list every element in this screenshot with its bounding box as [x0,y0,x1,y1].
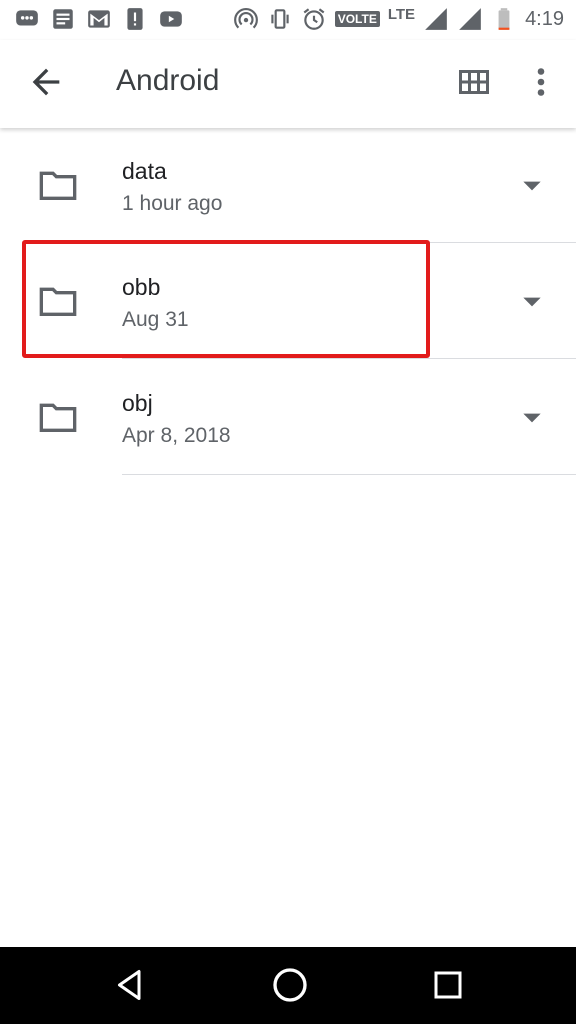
nav-back-icon[interactable] [112,965,148,1005]
folder-icon [39,403,77,432]
chevron-down-icon[interactable] [519,408,545,428]
messaging-icon [16,10,38,26]
signal-icon [459,8,481,30]
folder-date: Apr 8, 2018 [122,424,231,447]
gmail-icon [88,10,110,28]
alert-icon [127,8,143,30]
list-item-folder-data[interactable]: data 1 hour ago [0,128,576,244]
chevron-down-icon[interactable] [519,176,545,196]
volte-badge: VOLTE [334,11,380,27]
status-bar-notifications [14,6,184,32]
nav-home-icon[interactable] [270,965,310,1005]
divider [122,474,576,475]
back-arrow-icon[interactable] [26,62,66,102]
clock: 4:19 [525,7,564,30]
folder-date: Aug 31 [122,308,189,331]
folder-name: data [122,158,167,184]
list-item-folder-obj[interactable]: obj Apr 8, 2018 [0,360,576,476]
notes-icon [53,9,73,29]
youtube-icon [160,11,182,27]
chevron-down-icon[interactable] [519,292,545,312]
signal-icon [425,8,447,30]
list-item-folder-obb[interactable]: obb Aug 31 [0,244,576,360]
nav-recents-icon[interactable] [430,967,466,1003]
status-bar-system: VOLTE LTE 4:19 [233,6,564,32]
status-bar: VOLTE LTE 4:19 [0,0,576,40]
battery-icon [498,8,510,30]
page-title: Android [116,64,220,97]
folder-date: 1 hour ago [122,192,223,215]
grid-view-icon[interactable] [456,64,492,100]
folder-name: obb [122,274,161,300]
file-list: data 1 hour ago obb Aug 31 obj Apr 8, 20… [0,128,576,476]
more-options-icon[interactable] [526,64,556,100]
folder-icon [39,171,77,200]
vibrate-icon [271,9,289,29]
folder-name: obj [122,390,153,416]
alarm-icon [303,8,325,30]
hotspot-icon [233,8,258,29]
app-bar: Android [0,40,576,128]
lte-label: LTE [387,5,416,23]
divider [122,242,576,243]
folder-icon [39,287,77,316]
navigation-bar [0,947,576,1024]
divider [122,358,576,359]
